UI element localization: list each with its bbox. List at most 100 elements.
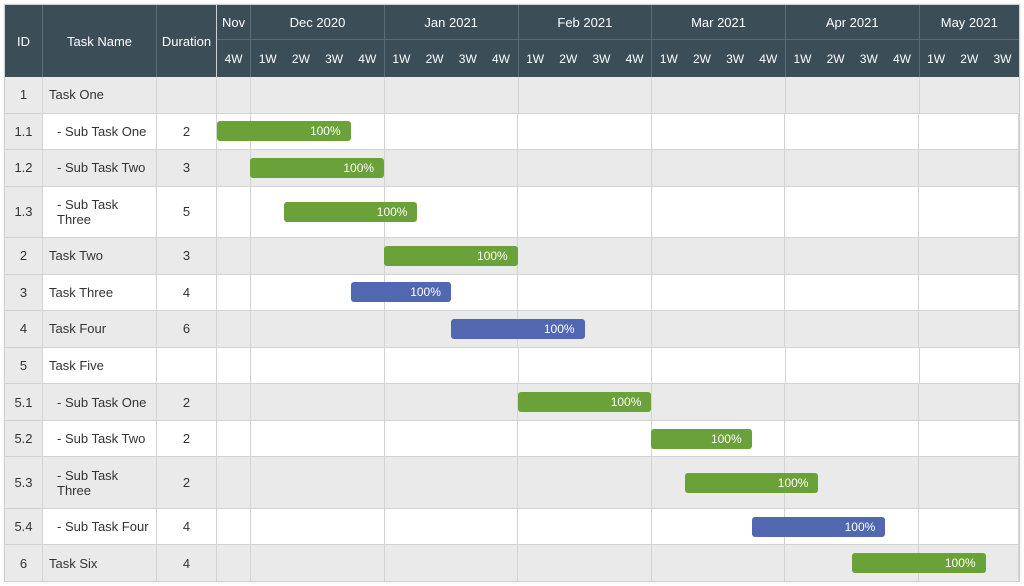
month-col	[785, 187, 919, 238]
cell-id: 1.3	[5, 187, 43, 238]
cell-duration: 5	[157, 187, 217, 238]
week-cell: 2W	[418, 40, 451, 77]
week-cell: 2W	[819, 40, 852, 77]
cell-task-name: Task Two	[43, 238, 157, 274]
gantt-bar[interactable]: 100%	[250, 158, 384, 178]
header-timeline: Nov4WDec 20201W2W3W4WJan 20211W2W3W4WFeb…	[217, 5, 1019, 77]
month-col	[251, 421, 385, 457]
month-col	[217, 348, 251, 384]
month-col	[919, 238, 1019, 274]
month-col	[385, 77, 519, 113]
table-row: 4Task Four6 100%	[5, 310, 1019, 347]
month-col	[217, 150, 251, 186]
cell-task-name: - Sub Task Three	[43, 457, 157, 508]
month-col	[652, 114, 786, 150]
month-col	[652, 311, 786, 347]
week-row: 1W2W3W4W	[786, 39, 919, 77]
month-col	[385, 545, 519, 581]
row-fixed-cols: 1Task One	[5, 77, 217, 113]
row-fixed-cols: 1.3- Sub Task Three5	[5, 187, 217, 238]
table-row: 1.3- Sub Task Three5 100%	[5, 186, 1019, 238]
cell-task-name: Task Five	[43, 348, 157, 384]
table-row: 1.1- Sub Task One2100%	[5, 113, 1019, 150]
month-col	[518, 275, 652, 311]
cell-duration: 3	[157, 150, 217, 186]
week-cell: 4W	[351, 40, 384, 77]
row-fixed-cols: 4Task Four6	[5, 311, 217, 347]
gantt-bar[interactable]: 100%	[384, 246, 518, 266]
row-fixed-cols: 5.1- Sub Task One2	[5, 384, 217, 420]
cell-duration: 2	[157, 114, 217, 150]
month-col	[785, 311, 919, 347]
cell-duration: 2	[157, 421, 217, 457]
cell-task-name: - Sub Task Two	[43, 421, 157, 457]
row-timeline: 100%	[217, 384, 1019, 420]
month-col	[519, 348, 653, 384]
cell-duration	[157, 348, 217, 384]
month-col	[652, 384, 786, 420]
week-cell: 4W	[885, 40, 918, 77]
month-col	[217, 457, 251, 508]
month-col	[385, 150, 519, 186]
month-col	[518, 238, 652, 274]
table-row: 5.3- Sub Task Three2 100%	[5, 456, 1019, 508]
month-col	[251, 509, 385, 545]
month-label: Jan 2021	[385, 5, 518, 39]
col-header-task-name: Task Name	[43, 5, 157, 77]
gantt-bar[interactable]: 100%	[852, 553, 986, 573]
row-timeline	[217, 77, 1019, 113]
cell-duration: 4	[157, 275, 217, 311]
row-fixed-cols: 5.4- Sub Task Four4	[5, 509, 217, 545]
table-row: 5.2- Sub Task Two2100%	[5, 420, 1019, 457]
gantt-bar[interactable]: 100%	[284, 202, 418, 222]
row-fixed-cols: 1.1- Sub Task One2	[5, 114, 217, 150]
gantt-bar-pct: 100%	[611, 395, 642, 409]
gantt-bar[interactable]: 100%	[752, 517, 886, 537]
month-col	[518, 509, 652, 545]
month-col	[385, 509, 519, 545]
row-fixed-cols: 5.3- Sub Task Three2	[5, 457, 217, 508]
month-col	[385, 421, 519, 457]
month-group: Nov4W	[217, 5, 251, 77]
gantt-bar-pct: 100%	[377, 205, 408, 219]
month-col	[217, 545, 251, 581]
row-fixed-cols: 2Task Two3	[5, 238, 217, 274]
row-fixed-cols: 1.2- Sub Task Two3	[5, 150, 217, 186]
table-row: 5Task Five	[5, 347, 1019, 384]
month-col	[919, 275, 1019, 311]
month-col	[519, 77, 653, 113]
gantt-bar[interactable]: 100%	[518, 392, 652, 412]
month-col	[251, 384, 385, 420]
month-col	[518, 187, 652, 238]
cell-id: 5.3	[5, 457, 43, 508]
month-col	[785, 150, 919, 186]
month-col	[385, 384, 519, 420]
week-cell: 4W	[217, 40, 250, 77]
week-row: 1W2W3W4W	[385, 39, 518, 77]
gantt-bar[interactable]: 100%	[451, 319, 585, 339]
row-timeline: 100%	[217, 421, 1019, 457]
month-col	[251, 457, 385, 508]
month-col	[920, 77, 1020, 113]
gantt-bar[interactable]: 100%	[351, 282, 451, 302]
table-row: 1.2- Sub Task Two3 100%	[5, 149, 1019, 186]
cell-task-name: Task Four	[43, 311, 157, 347]
row-timeline	[217, 348, 1019, 384]
cell-id: 1.1	[5, 114, 43, 150]
week-row: 1W2W3W	[920, 39, 1020, 77]
gantt-bar[interactable]: 100%	[685, 473, 819, 493]
gantt-bar[interactable]: 100%	[217, 121, 351, 141]
row-timeline: 100%	[217, 150, 1019, 186]
gantt-chart: ID Task Name Duration Nov4WDec 20201W2W3…	[4, 4, 1020, 582]
cell-task-name: - Sub Task Three	[43, 187, 157, 238]
week-cell: 1W	[786, 40, 819, 77]
cell-id: 4	[5, 311, 43, 347]
month-col	[251, 311, 385, 347]
month-col	[518, 545, 652, 581]
gantt-bar[interactable]: 100%	[651, 429, 751, 449]
cell-id: 1.2	[5, 150, 43, 186]
cell-task-name: - Sub Task One	[43, 384, 157, 420]
col-header-duration: Duration	[157, 5, 217, 77]
month-col	[919, 421, 1019, 457]
week-cell: 2W	[685, 40, 718, 77]
